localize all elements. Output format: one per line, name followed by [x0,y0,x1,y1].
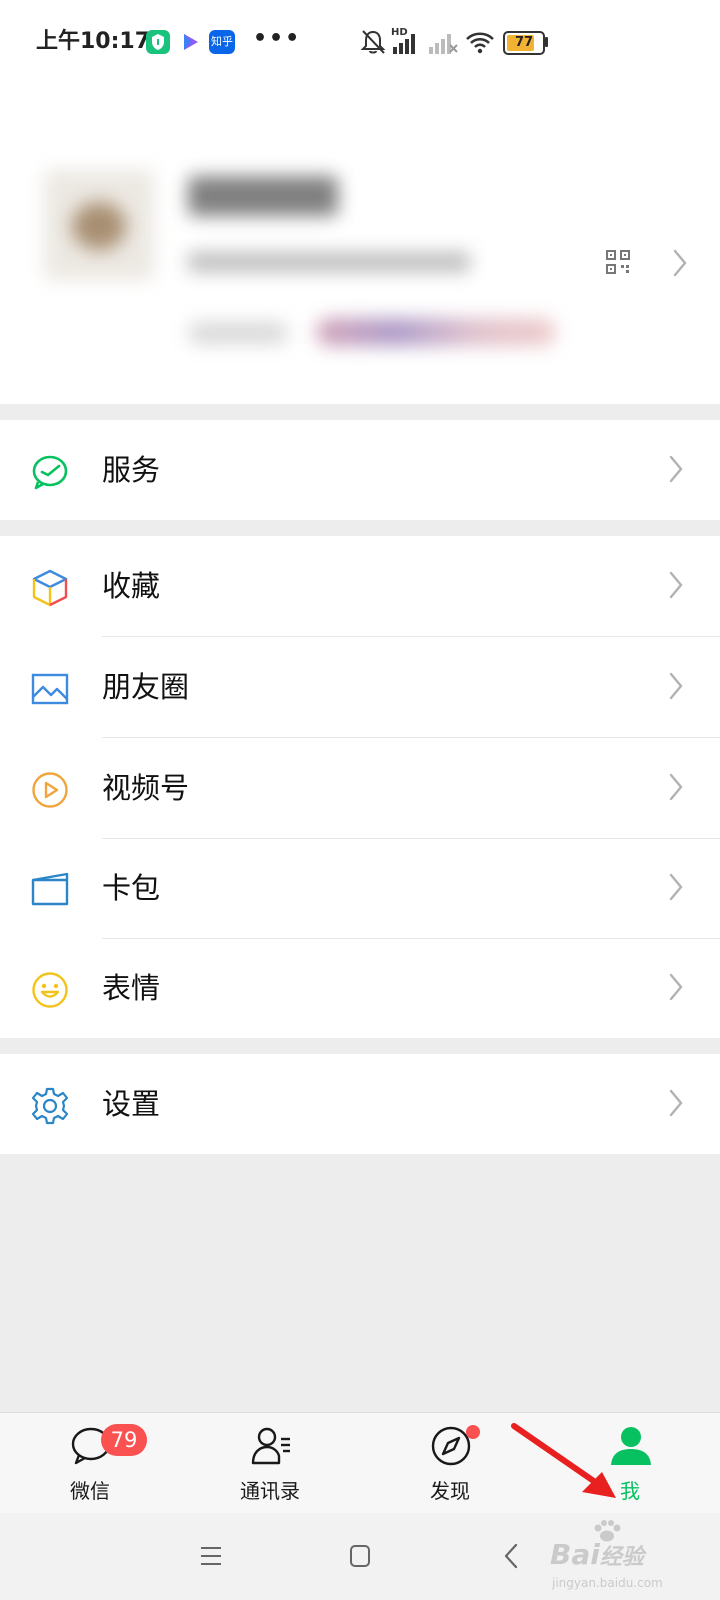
qr-code-icon[interactable] [606,250,630,274]
stickers-label: 表情 [102,971,161,1005]
more-notifications-icon: ••• [253,26,302,51]
services-group: 服务 [0,420,720,520]
tab-discover-label: 发现 [430,1479,470,1503]
mute-bell-icon [360,30,386,54]
menu-item-favorites[interactable]: 收藏 [0,536,720,636]
annotation-arrow-icon [511,1423,616,1498]
wechat-id-blurred [188,252,470,272]
shield-app-icon [146,30,170,54]
tab-discover[interactable]: 发现 [385,1413,515,1514]
chevron-right-icon [669,973,683,1001]
signal-icon [393,34,415,54]
chevron-right-icon [669,672,683,700]
battery-tip [545,37,548,47]
signal-no-sim-icon [429,34,458,54]
menu-item-stickers[interactable]: 表情 [0,938,720,1038]
tab-contacts-label: 通讯录 [240,1479,300,1503]
settings-group: 设置 [0,1054,720,1154]
status-time: 上午10:17 [36,29,151,54]
status-chip-blurred[interactable] [188,322,288,344]
watermark-url: jingyan.baidu.com [552,1576,663,1590]
tab-contacts[interactable]: 通讯录 [205,1413,335,1514]
wallet-card-icon [31,872,69,906]
baidu-watermark: Bai经验 jingyan.baidu.com [550,1520,720,1600]
gear-icon [31,1087,69,1125]
battery-icon: 77 [503,31,545,55]
cards-label: 卡包 [102,871,161,905]
channels-label: 视频号 [102,771,190,805]
friends-status-blurred[interactable] [316,318,556,346]
chevron-right-icon [669,773,683,801]
wifi-icon [466,32,494,54]
avatar[interactable] [44,170,154,280]
menu-lines-icon[interactable] [200,1545,222,1567]
status-bar: 上午10:17 知乎 ••• HD 77 [0,0,720,86]
chevron-right-icon [669,571,683,599]
watermark-brand: Bai [550,1538,600,1571]
channels-play-icon [32,772,68,808]
features-group: 收藏 朋友圈 视频号 卡包 表情 [0,536,720,1038]
watermark-brand-cn: 经验 [599,1545,644,1570]
battery-level: 77 [514,35,534,50]
unread-count-badge: 79 [101,1424,147,1456]
chevron-right-icon [669,873,683,901]
favorites-label: 收藏 [102,569,161,603]
tab-chats-label: 微信 [70,1479,110,1503]
discover-red-dot [466,1425,480,1439]
chevron-right-icon [669,455,683,483]
profile-header[interactable] [0,86,720,404]
back-icon[interactable] [503,1543,519,1569]
smiley-face-icon [32,972,68,1008]
favorites-cube-icon [32,569,68,607]
menu-item-moments[interactable]: 朋友圈 [0,637,720,737]
moments-picture-icon [31,673,69,705]
menu-item-channels[interactable]: 视频号 [0,738,720,838]
home-square-icon[interactable] [349,1544,371,1568]
settings-label: 设置 [102,1087,161,1121]
menu-item-cards[interactable]: 卡包 [0,838,720,938]
play-app-icon [178,30,202,54]
menu-item-services[interactable]: 服务 [0,420,720,520]
chevron-right-icon [673,249,687,277]
chevron-right-icon [669,1089,683,1117]
zhihu-app-icon: 知乎 [209,30,235,54]
services-icon [32,455,68,490]
nickname-blurred [188,176,338,216]
menu-item-settings[interactable]: 设置 [0,1054,720,1154]
services-label: 服务 [102,453,161,487]
contacts-icon [251,1427,290,1465]
moments-label: 朋友圈 [102,670,190,704]
